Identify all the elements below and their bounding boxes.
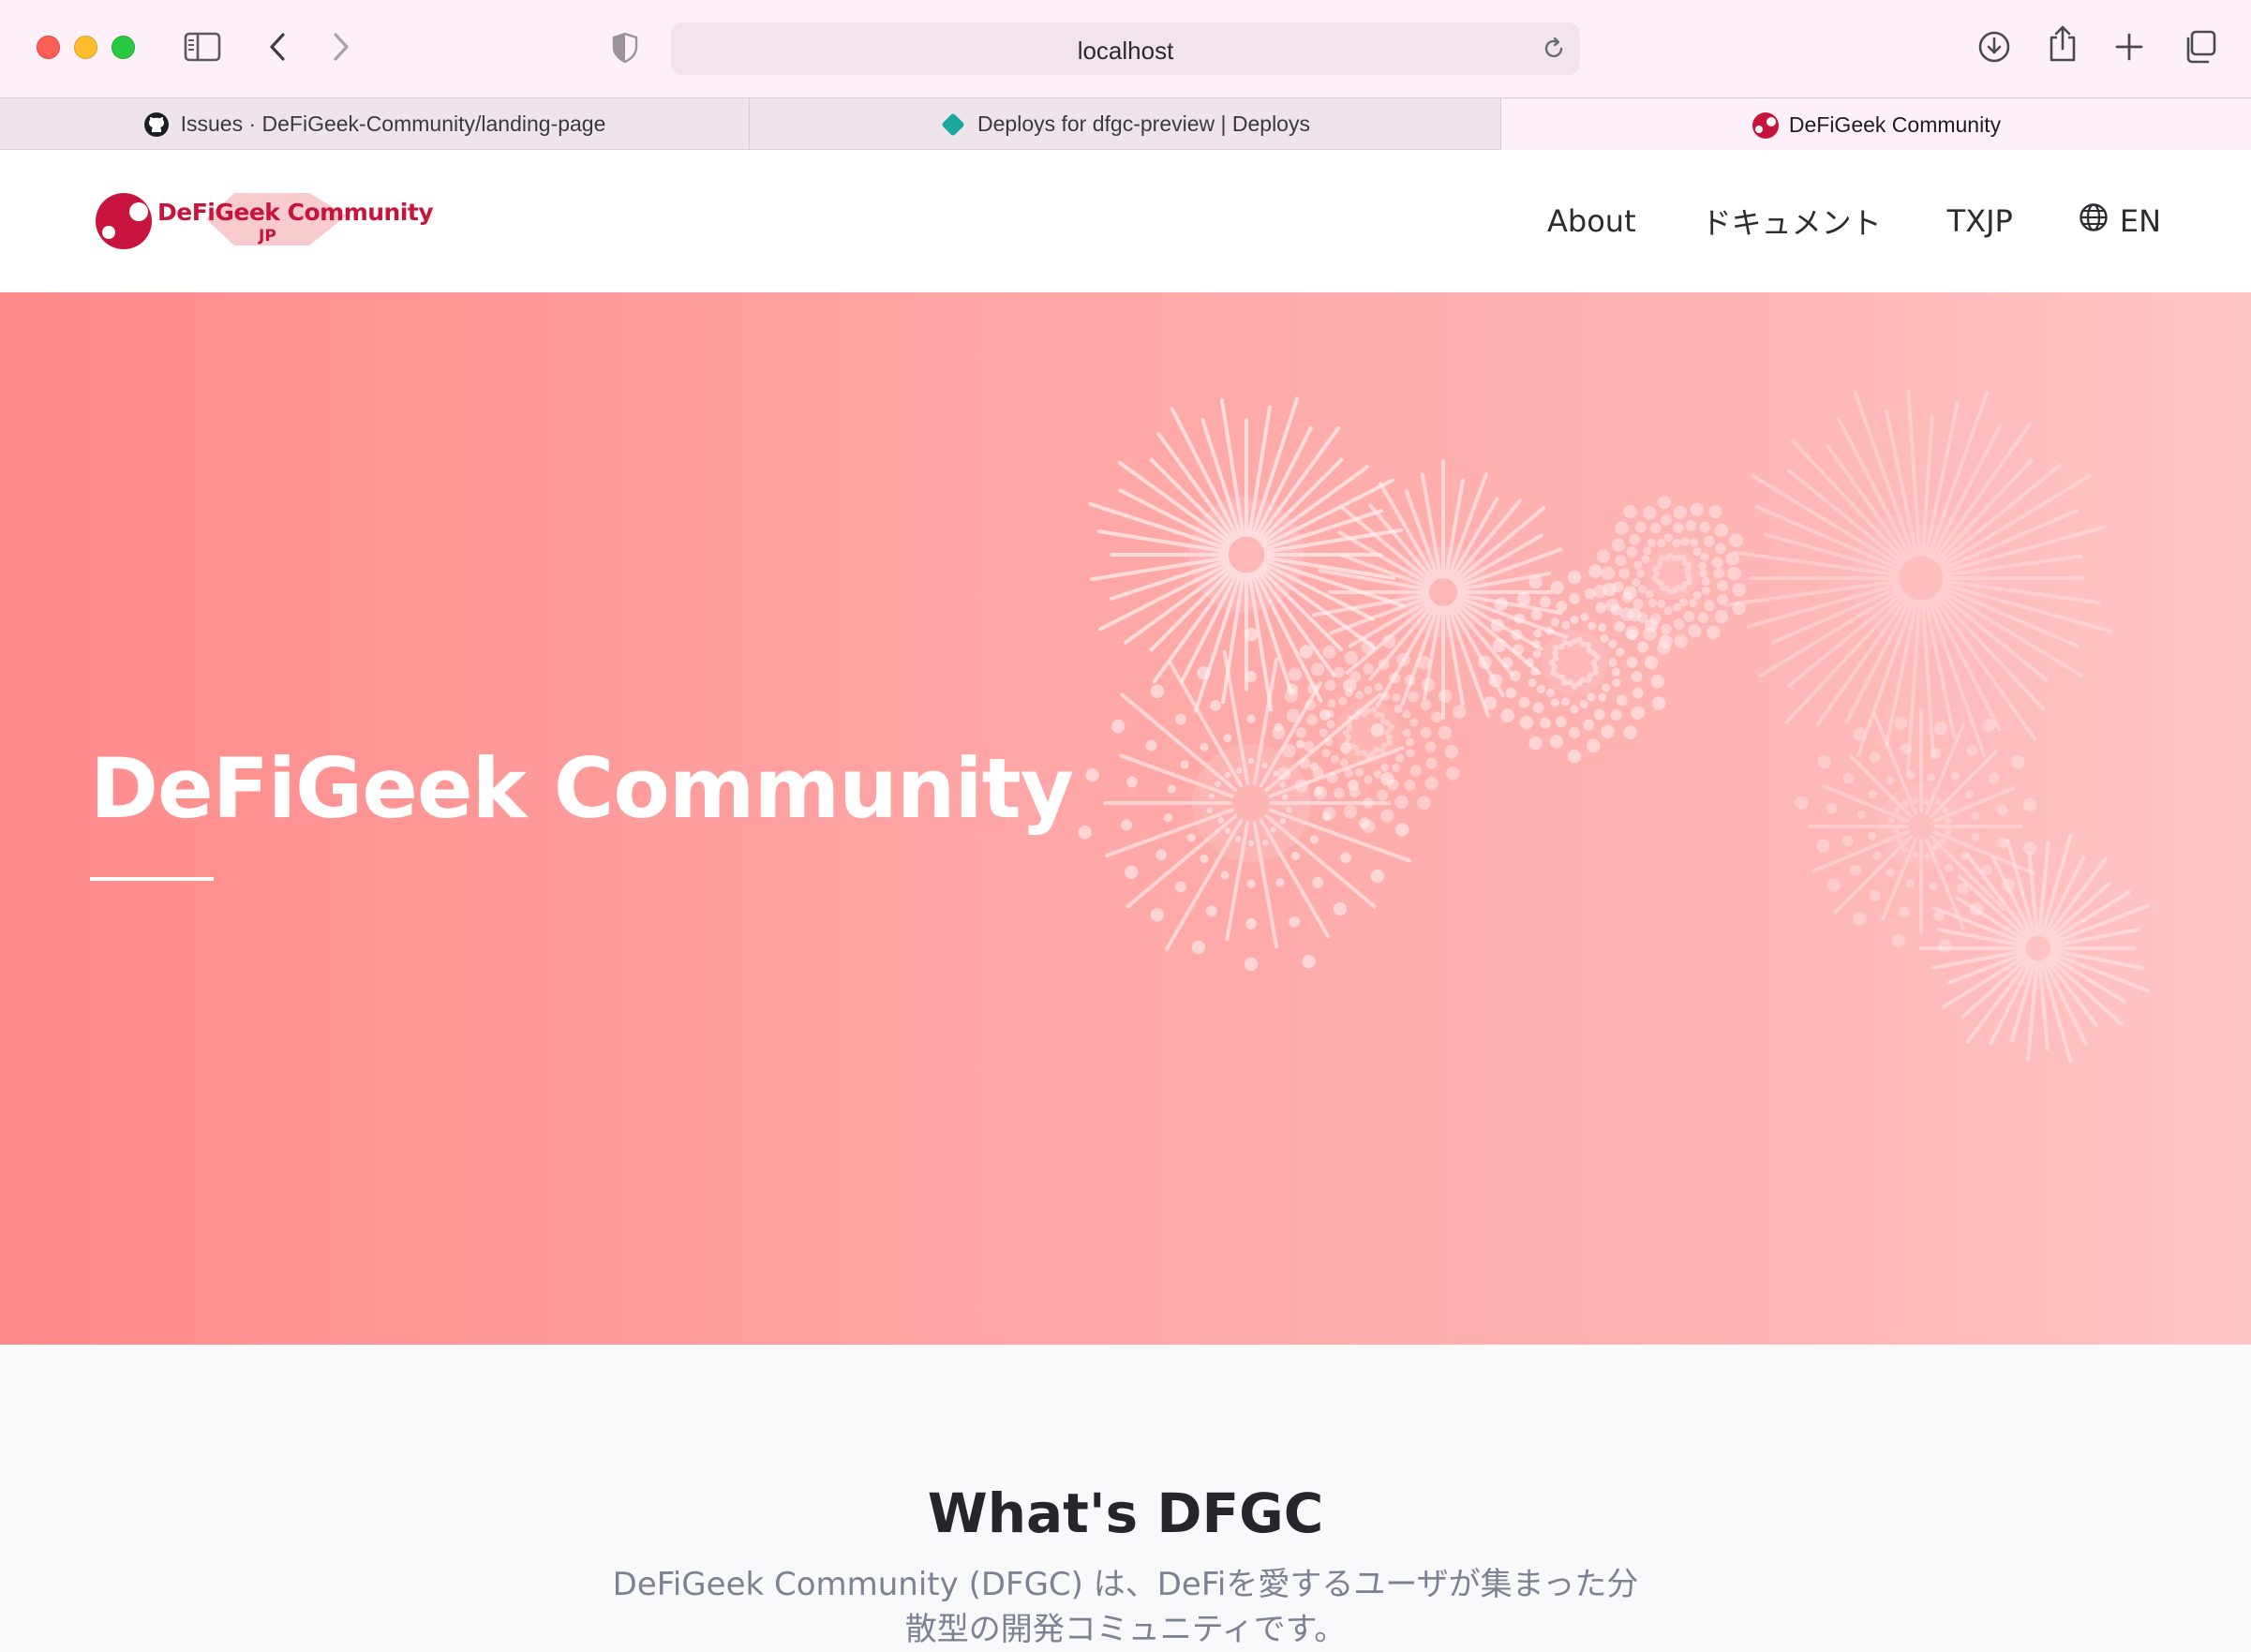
logo-text: DeFiGeek Community xyxy=(157,199,434,226)
language-switcher[interactable]: EN xyxy=(2079,202,2161,240)
nav-txjp-link[interactable]: TXJP xyxy=(1947,203,2013,239)
tab-bar: Issues · DeFiGeek-Community/landing-page… xyxy=(0,97,2251,151)
tab-title: Issues · DeFiGeek-Community/landing-page xyxy=(180,112,606,136)
netlify-icon xyxy=(940,112,966,138)
downloads-icon[interactable] xyxy=(1977,30,2011,64)
nav-about-link[interactable]: About xyxy=(1547,203,1636,239)
forward-chevron-icon[interactable] xyxy=(330,31,352,63)
url-text: localhost xyxy=(1077,37,1174,65)
address-bar[interactable]: localhost xyxy=(671,22,1580,75)
about-section: What's DFGC DeFiGeek Community (DFGC) は、… xyxy=(0,1345,2251,1648)
tab-overview-icon[interactable] xyxy=(2182,29,2217,65)
github-icon xyxy=(143,112,170,138)
logo-subtext: JP xyxy=(259,227,276,246)
site-logo[interactable]: DeFiGeek Community JP xyxy=(94,187,434,255)
site-header: DeFiGeek Community JP About ドキュメント TXJP … xyxy=(0,150,2251,292)
section-title: What's DFGC xyxy=(927,1481,1324,1545)
section-body: DeFiGeek Community (DFGC) は、DeFiを愛するユーザが… xyxy=(612,1566,1639,1648)
dfgc-favicon-icon xyxy=(1752,112,1779,139)
share-icon[interactable] xyxy=(2048,24,2078,64)
new-tab-plus-icon[interactable] xyxy=(2114,32,2144,62)
reload-icon[interactable] xyxy=(1541,36,1567,66)
globe-icon xyxy=(2079,202,2109,240)
hero-divider xyxy=(90,877,214,881)
minimize-window-button[interactable] xyxy=(74,36,97,59)
privacy-shield-icon[interactable] xyxy=(611,32,639,67)
close-window-button[interactable] xyxy=(37,36,60,59)
sidebar-toggle-icon[interactable] xyxy=(184,32,221,62)
hero-title: DeFiGeek Community xyxy=(90,740,1074,837)
tab-title: DeFiGeek Community xyxy=(1788,112,2002,137)
back-chevron-icon[interactable] xyxy=(266,31,289,63)
hero-section: DeFiGeek Community xyxy=(0,292,2251,1345)
tab-github-issues[interactable]: Issues · DeFiGeek-Community/landing-page xyxy=(0,98,750,150)
main-nav: About ドキュメント TXJP EN xyxy=(1547,150,2161,292)
nav-docs-link[interactable]: ドキュメント xyxy=(1702,200,1882,243)
zoom-window-button[interactable] xyxy=(112,36,135,59)
tab-netlify-deploys[interactable]: Deploys for dfgc-preview | Deploys xyxy=(750,98,1501,150)
tab-defigeek-community[interactable]: DeFiGeek Community xyxy=(1501,98,2251,151)
tab-title: Deploys for dfgc-preview | Deploys xyxy=(977,112,1310,136)
browser-toolbar: localhost xyxy=(0,0,2251,97)
language-label: EN xyxy=(2119,203,2161,239)
